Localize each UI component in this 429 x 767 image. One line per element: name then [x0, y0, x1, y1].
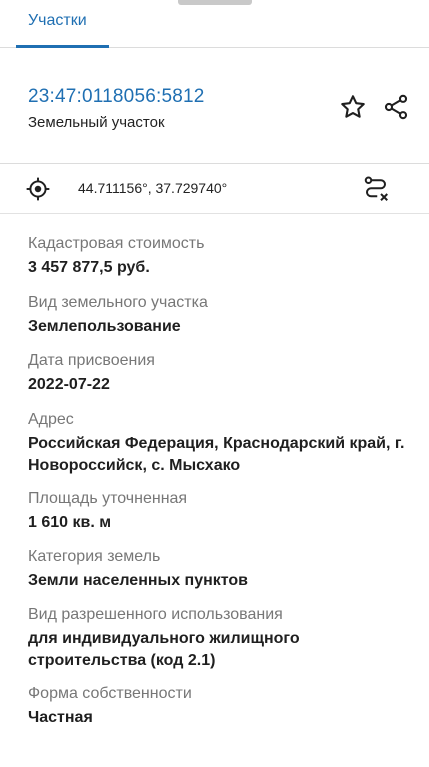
share-button[interactable]: [380, 91, 412, 123]
field-label: Площадь уточненная: [28, 490, 188, 507]
star-icon: [341, 95, 365, 118]
favorite-button[interactable]: [337, 91, 369, 123]
field-area: Площадь уточненная 1 610 кв. м: [28, 489, 418, 534]
details-list[interactable]: Кадастровая стоимость 3 457 877,5 руб. В…: [0, 214, 429, 767]
field-value: 2022-07-22: [28, 376, 110, 393]
coordinates-text[interactable]: 44.711156°, 37.729740°: [78, 180, 227, 196]
field-value: Российская Федерация, Краснодарский край…: [28, 435, 405, 474]
field-value: Частная: [28, 709, 93, 726]
field-assignment-date: Дата присвоения 2022-07-22: [28, 351, 418, 396]
coordinates-bar: 44.711156°, 37.729740°: [0, 164, 429, 214]
field-label: Форма собственности: [28, 685, 192, 702]
field-label: Вид земельного участка: [28, 294, 208, 311]
field-label: Вид разрешенного использования: [28, 606, 283, 623]
field-label: Кадастровая стоимость: [28, 235, 205, 252]
object-header: 23:47:0118056:5812 Земельный участок: [0, 48, 429, 164]
locate-button[interactable]: [22, 173, 54, 205]
field-label: Категория земель: [28, 548, 161, 565]
field-parcel-kind: Вид земельного участка Землепользование: [28, 293, 418, 338]
share-icon: [384, 94, 408, 120]
tab-bar: Участки: [0, 0, 429, 48]
route-icon: [364, 176, 388, 201]
field-value: для индивидуального жилищного строительс…: [28, 630, 300, 669]
field-land-category: Категория земель Земли населенных пункто…: [28, 547, 418, 592]
tab-parcels[interactable]: Участки: [28, 12, 87, 30]
field-label: Дата присвоения: [28, 352, 155, 369]
field-address: Адрес Российская Федерация, Краснодарски…: [28, 410, 418, 477]
field-label: Адрес: [28, 411, 74, 428]
field-cadastral-value: Кадастровая стоимость 3 457 877,5 руб.: [28, 234, 418, 279]
field-permitted-use: Вид разрешенного использования для индив…: [28, 605, 418, 672]
field-value: 3 457 877,5 руб.: [28, 259, 150, 276]
field-value: 1 610 кв. м: [28, 514, 112, 531]
route-button[interactable]: [360, 173, 392, 205]
field-ownership: Форма собственности Частная: [28, 684, 418, 729]
crosshair-icon: [26, 177, 50, 201]
object-type-label: Земельный участок: [28, 114, 165, 131]
field-value: Землепользование: [28, 318, 181, 335]
field-value: Земли населенных пунктов: [28, 572, 249, 589]
cadastral-number-link[interactable]: 23:47:0118056:5812: [28, 86, 205, 108]
